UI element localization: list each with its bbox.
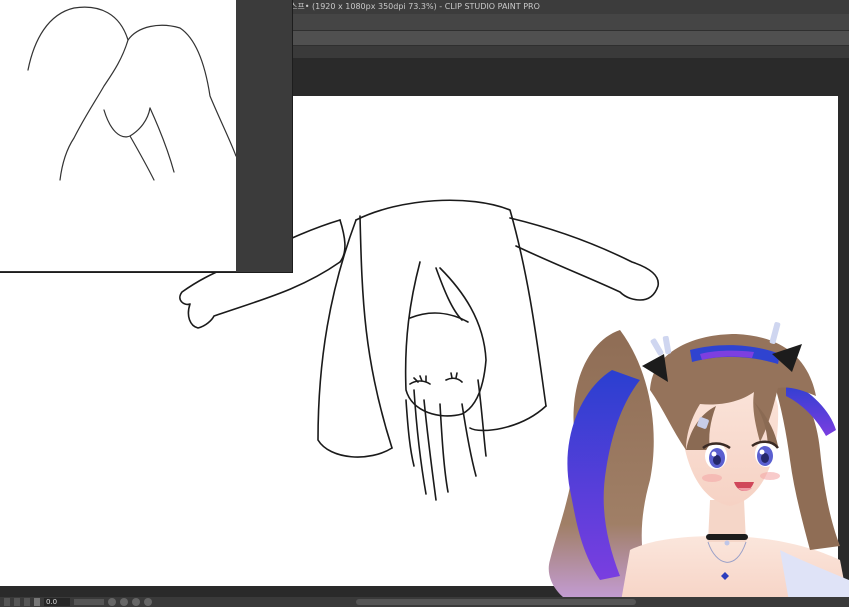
flip-icon[interactable]: [144, 598, 152, 606]
status-toggle-3[interactable]: [24, 598, 30, 606]
navigator-preview[interactable]: [0, 0, 236, 271]
horizontal-scrollbar[interactable]: [356, 599, 636, 605]
status-toggle-4[interactable]: [34, 598, 40, 606]
clip-studio-window: 스프• (1920 x 1080px 350dpi 73.3%) - CLIP …: [0, 0, 849, 607]
rotate-left-icon[interactable]: [108, 598, 116, 606]
vtuber-avatar: [540, 310, 849, 607]
zoom-slider[interactable]: [74, 599, 104, 605]
window-title: 스프• (1920 x 1080px 350dpi 73.3%) - CLIP …: [290, 2, 540, 11]
rotate-reset-icon[interactable]: [120, 598, 128, 606]
zoom-field[interactable]: 0.0: [44, 598, 70, 606]
vtuber-avatar-icon: [548, 322, 849, 607]
status-toggle-2[interactable]: [14, 598, 20, 606]
rotate-right-icon[interactable]: [132, 598, 140, 606]
navigator-thumbnail-icon: [27, 6, 236, 181]
navigator-panel[interactable]: [0, 0, 293, 273]
status-toggle-1[interactable]: [4, 598, 10, 606]
navigator-sidebar: [236, 0, 292, 272]
